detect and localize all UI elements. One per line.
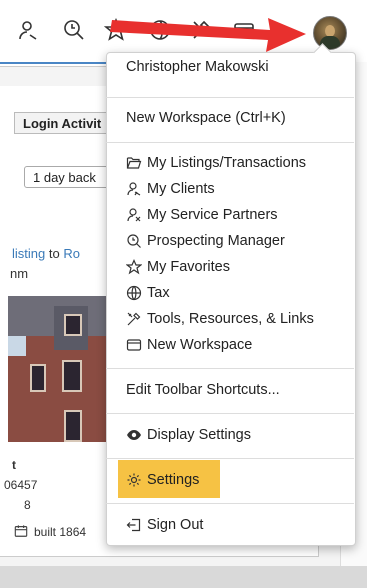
menu-separator — [106, 368, 354, 369]
activity-text-mid: to — [45, 246, 64, 261]
menu-separator — [106, 458, 354, 459]
sign-out-icon — [126, 517, 142, 533]
menu-item-label: Tools, Resources, & Links — [147, 311, 314, 327]
tax-toolbar-icon[interactable] — [148, 18, 172, 42]
activity-text-line2: nm — [10, 266, 29, 281]
clients-icon — [126, 181, 142, 197]
menu-item-label: My Listings/Transactions — [147, 155, 307, 171]
menu-item-tax[interactable]: Tax — [126, 285, 170, 301]
menu-item-label: My Favorites — [147, 259, 230, 275]
activity-text: listing to Ro — [12, 246, 80, 261]
login-activity-tab[interactable]: Login Activit — [14, 112, 114, 134]
menu-item-label: My Service Partners — [147, 207, 278, 223]
menu-item-label: Prospecting Manager — [147, 233, 285, 249]
top-toolbar — [0, 0, 367, 58]
listing-detail-id: 06457 — [4, 478, 38, 492]
menu-item-settings[interactable]: Settings — [126, 472, 199, 488]
service-partners-icon — [126, 207, 142, 223]
time-range-select[interactable]: 1 day back — [24, 166, 110, 188]
menu-item-tools-resources[interactable]: Tools, Resources, & Links — [126, 311, 314, 327]
listing-detail-heading: t — [12, 458, 16, 472]
edit-toolbar-shortcuts[interactable]: Edit Toolbar Shortcuts... — [126, 382, 280, 398]
star-toolbar-icon[interactable] — [103, 17, 129, 42]
menu-item-my-clients[interactable]: My Clients — [126, 181, 215, 197]
menu-item-label: Sign Out — [147, 517, 204, 533]
menu-item-prospecting-manager[interactable]: Prospecting Manager — [126, 233, 285, 249]
menu-item-label: Settings — [147, 472, 200, 488]
prospecting-search-icon — [126, 233, 142, 249]
gear-icon — [126, 472, 142, 488]
folder-open-icon — [126, 155, 142, 171]
eye-icon — [126, 427, 142, 443]
menu-item-label: Tax — [147, 285, 170, 301]
user-avatar[interactable] — [313, 16, 347, 50]
menu-separator — [106, 97, 354, 98]
menu-separator — [106, 503, 354, 504]
new-workspace-shortcut[interactable]: New Workspace (Ctrl+K) — [126, 110, 286, 126]
search-toolbar-icon[interactable] — [62, 18, 86, 42]
tax-globe-icon — [126, 285, 142, 301]
menu-separator — [106, 142, 354, 143]
menu-item-my-listings[interactable]: My Listings/Transactions — [126, 155, 306, 171]
built-year: built 1864 — [14, 524, 86, 539]
workspace-toolbar-icon[interactable] — [232, 18, 256, 42]
star-icon — [126, 259, 142, 275]
listing-detail-value: 8 — [24, 498, 31, 512]
menu-item-service-partners[interactable]: My Service Partners — [126, 207, 278, 223]
torn-edge — [0, 566, 367, 588]
workspace-window-icon — [126, 337, 142, 353]
menu-item-sign-out[interactable]: Sign Out — [126, 517, 203, 533]
listing-photo[interactable] — [8, 296, 106, 442]
menu-item-new-workspace[interactable]: New Workspace — [126, 337, 252, 353]
menu-item-label: Display Settings — [147, 427, 251, 443]
menu-item-label: My Clients — [147, 181, 215, 197]
menu-item-display-settings[interactable]: Display Settings — [126, 427, 251, 443]
address-link[interactable]: Ro — [63, 246, 80, 261]
tools-toolbar-icon[interactable] — [190, 18, 214, 42]
tools-icon — [126, 311, 142, 327]
menu-item-my-favorites[interactable]: My Favorites — [126, 259, 230, 275]
menu-item-label: New Workspace — [147, 337, 253, 353]
clients-toolbar-icon[interactable] — [16, 18, 40, 42]
built-year-label: built 1864 — [34, 525, 87, 539]
calendar-icon — [14, 525, 28, 537]
listing-link[interactable]: listing — [12, 246, 45, 261]
menu-separator — [106, 413, 354, 414]
user-name: Christopher Makowski — [126, 59, 269, 75]
